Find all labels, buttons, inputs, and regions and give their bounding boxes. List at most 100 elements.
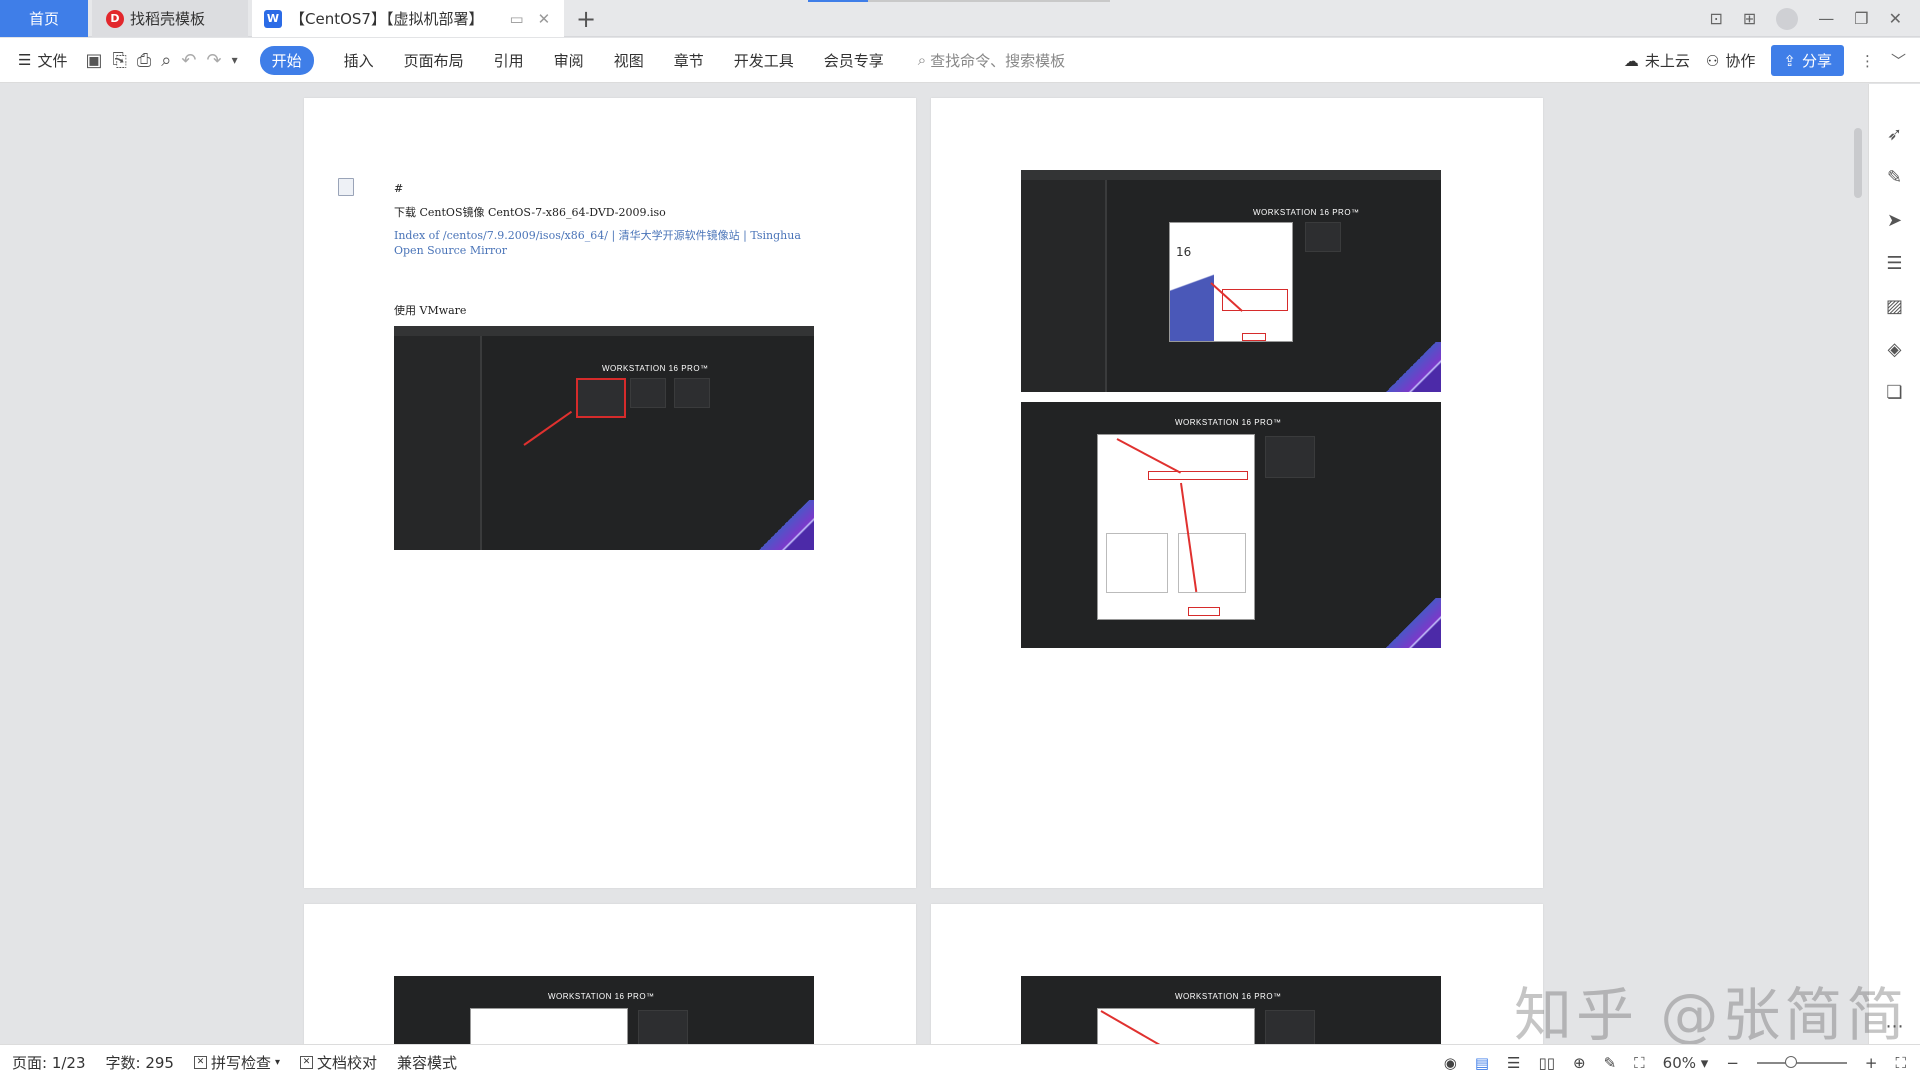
close-tab-icon[interactable]: ✕ bbox=[538, 10, 551, 28]
tab-template[interactable]: D 找稻壳模板 bbox=[92, 0, 248, 37]
workstation-version: 16 bbox=[1176, 245, 1192, 259]
ribbon-tab-reference[interactable]: 引用 bbox=[494, 50, 524, 71]
compass-icon[interactable]: ◈ bbox=[1888, 339, 1902, 360]
ribbon-tab-layout[interactable]: 页面布局 bbox=[404, 50, 464, 71]
zoom-slider-knob[interactable] bbox=[1784, 1056, 1797, 1068]
collab-button[interactable]: ⚇ 协作 bbox=[1706, 50, 1755, 71]
page-indicator[interactable]: 页面: 1/23 bbox=[12, 1052, 86, 1073]
wps-writer-icon: W bbox=[264, 9, 282, 28]
tab-template-label: 找稻壳模板 bbox=[130, 10, 206, 28]
tab-home[interactable]: 首页 bbox=[0, 0, 88, 37]
adjust-sliders-icon[interactable]: ☰ bbox=[1886, 253, 1902, 274]
file-menu[interactable]: ☰ 文件 bbox=[18, 50, 67, 71]
pin-icon[interactable]: ▭ bbox=[509, 10, 523, 28]
command-search-placeholder: 查找命令、搜索模板 bbox=[930, 51, 1066, 70]
select-cursor-icon[interactable]: ➤ bbox=[1887, 210, 1902, 231]
redo-icon[interactable]: ↷ bbox=[206, 50, 221, 71]
ribbon-tab-view[interactable]: 视图 bbox=[614, 50, 644, 71]
compat-dialog bbox=[1097, 434, 1255, 620]
document-page-1[interactable]: # 下载 CentOS镜像 CentOS-7-x86_64-DVD-2009.i… bbox=[304, 98, 916, 888]
word-count[interactable]: 字数: 295 bbox=[106, 1052, 174, 1073]
ribbon-tab-member[interactable]: 会员专享 bbox=[824, 50, 884, 71]
reading-view-icon[interactable]: ▯▯ bbox=[1538, 1054, 1555, 1072]
restore-icon[interactable]: ❐ bbox=[1854, 9, 1868, 28]
workstation-title-4: WORKSTATION 16 PRO™ bbox=[548, 992, 655, 1001]
cloud-status[interactable]: ☁ 未上云 bbox=[1624, 50, 1690, 71]
workstation-title-3: WORKSTATION 16 PRO™ bbox=[1175, 418, 1282, 427]
export-pdf-icon[interactable]: ⎘ bbox=[112, 50, 126, 71]
remote-connect-card bbox=[674, 378, 710, 408]
ribbon-tab-insert-label: 插入 bbox=[343, 51, 374, 70]
eye-protection-icon[interactable]: ◉ bbox=[1444, 1054, 1457, 1072]
ribbon-tab-review[interactable]: 审阅 bbox=[554, 50, 584, 71]
document-page-4[interactable]: WORKSTATION 16 PRO™ bbox=[931, 904, 1543, 1044]
remote-connect-card-5 bbox=[1265, 1010, 1315, 1044]
close-window-icon[interactable]: ✕ bbox=[1889, 9, 1902, 28]
ribbon-tab-devtools[interactable]: 开发工具 bbox=[734, 50, 794, 71]
ribbon-tab-chapter[interactable]: 章节 bbox=[674, 50, 704, 71]
more-options-icon[interactable]: ⋮ bbox=[1860, 52, 1875, 70]
document-page-2[interactable]: WORKSTATION 16 PRO™ 16 WORKSTATION 16 PR… bbox=[931, 98, 1543, 888]
mirror-link-line1[interactable]: Index of /centos/7.9.2009/isos/x86_64/ |… bbox=[394, 228, 824, 243]
new-tab-button[interactable]: + bbox=[570, 0, 602, 37]
document-workspace[interactable]: # 下载 CentOS镜像 CentOS-7-x86_64-DVD-2009.i… bbox=[0, 84, 1848, 1044]
ribbon-tab-review-label: 审阅 bbox=[553, 51, 584, 70]
ribbon-tab-start[interactable]: 开始 bbox=[259, 45, 314, 75]
zoom-in-icon[interactable]: + bbox=[1865, 1054, 1878, 1072]
annotate-icon[interactable]: ✎ bbox=[1604, 1054, 1617, 1072]
plus-icon: + bbox=[575, 4, 597, 33]
mirror-link-line2[interactable]: Open Source Mirror bbox=[394, 243, 824, 258]
hardware-compat-screenshot: WORKSTATION 16 PRO™ bbox=[1021, 402, 1441, 648]
workstation-title: WORKSTATION 16 PRO™ bbox=[602, 364, 709, 373]
spellcheck-dropdown-icon: ▾ bbox=[274, 1057, 281, 1068]
undo-icon[interactable]: ↶ bbox=[181, 50, 196, 71]
book-search-icon[interactable]: ❏ bbox=[1886, 382, 1902, 403]
zoom-level[interactable]: 60% ▾ bbox=[1663, 1054, 1709, 1072]
share-button[interactable]: ⇪ 分享 bbox=[1771, 45, 1844, 76]
ribbon-tab-reference-label: 引用 bbox=[493, 51, 524, 70]
proofread-button[interactable]: ✕ 文档校对 bbox=[300, 1052, 377, 1073]
remote-connect-card-3 bbox=[1265, 436, 1315, 478]
web-view-icon[interactable]: ⊕ bbox=[1573, 1054, 1586, 1072]
status-bar: 页面: 1/23 字数: 295 ✕ 拼写检查 ▾ ✕ 文档校对 兼容模式 ◉ … bbox=[0, 1044, 1920, 1080]
right-toolbar: ➶ ✎ ➤ ☰ ▨ ◈ ❏ ⋯ bbox=[1868, 84, 1920, 1044]
fullscreen-icon[interactable]: ⛶ bbox=[1895, 1054, 1906, 1072]
rocket-icon[interactable]: ➶ bbox=[1887, 124, 1902, 145]
save-icon[interactable]: ▣ bbox=[85, 50, 102, 71]
print-icon[interactable]: ⎙ bbox=[137, 50, 151, 71]
collapse-ribbon-icon[interactable]: ﹀ bbox=[1891, 50, 1906, 71]
reading-mode-icon[interactable]: ⊡ bbox=[1709, 9, 1722, 28]
avatar[interactable] bbox=[1776, 7, 1799, 30]
tab-document[interactable]: W 【CentOS7】【虚拟机部署】 ▭ ✕ bbox=[252, 0, 564, 37]
hamburger-icon: ☰ bbox=[18, 51, 32, 69]
page-view-icon[interactable]: ▤ bbox=[1475, 1054, 1489, 1072]
fit-page-icon[interactable]: ⛶ bbox=[1634, 1054, 1645, 1072]
command-search[interactable]: ⌕ 查找命令、搜索模板 bbox=[918, 50, 1065, 71]
customize-dropdown-icon[interactable]: ▾ bbox=[232, 53, 238, 67]
pen-icon[interactable]: ✎ bbox=[1887, 167, 1902, 188]
vertical-scrollbar[interactable] bbox=[1848, 84, 1868, 1044]
quick-access-bar: ▣ ⎘ ⎙ ⌕ ↶ ↷ ▾ bbox=[85, 50, 237, 71]
search-icon: ⌕ bbox=[917, 51, 927, 69]
ribbon-tab-insert[interactable]: 插入 bbox=[344, 50, 374, 71]
print-preview-icon[interactable]: ⌕ bbox=[161, 50, 171, 71]
workstation-title-2: WORKSTATION 16 PRO™ bbox=[1253, 208, 1360, 217]
compat-mode: 兼容模式 bbox=[397, 1054, 458, 1072]
zoom-slider[interactable] bbox=[1756, 1056, 1847, 1068]
workstation-title-5: WORKSTATION 16 PRO™ bbox=[1175, 992, 1282, 1001]
vmware-home-screenshot: WORKSTATION 16 PRO™ bbox=[394, 326, 814, 550]
guest-os-screenshot: WORKSTATION 16 PRO™ bbox=[1021, 976, 1441, 1044]
spellcheck-toggle[interactable]: ✕ 拼写检查 ▾ bbox=[193, 1052, 281, 1073]
zoom-out-icon[interactable]: − bbox=[1726, 1054, 1739, 1072]
minimize-icon[interactable]: — bbox=[1818, 9, 1834, 28]
document-page-3[interactable]: WORKSTATION 16 PRO™ bbox=[304, 904, 916, 1044]
image-ai-icon[interactable]: ▨ bbox=[1886, 296, 1903, 317]
remote-connect-card-2 bbox=[1305, 222, 1341, 252]
paragraph-handle-icon[interactable] bbox=[338, 178, 354, 196]
docer-logo-icon: D bbox=[106, 9, 124, 28]
spellcheck-icon: ✕ bbox=[193, 1056, 207, 1069]
outline-view-icon[interactable]: ☰ bbox=[1507, 1054, 1520, 1072]
scrollbar-thumb[interactable] bbox=[1854, 128, 1862, 198]
tab-home-label: 首页 bbox=[28, 10, 59, 28]
grid-apps-icon[interactable]: ⊞ bbox=[1743, 9, 1756, 28]
